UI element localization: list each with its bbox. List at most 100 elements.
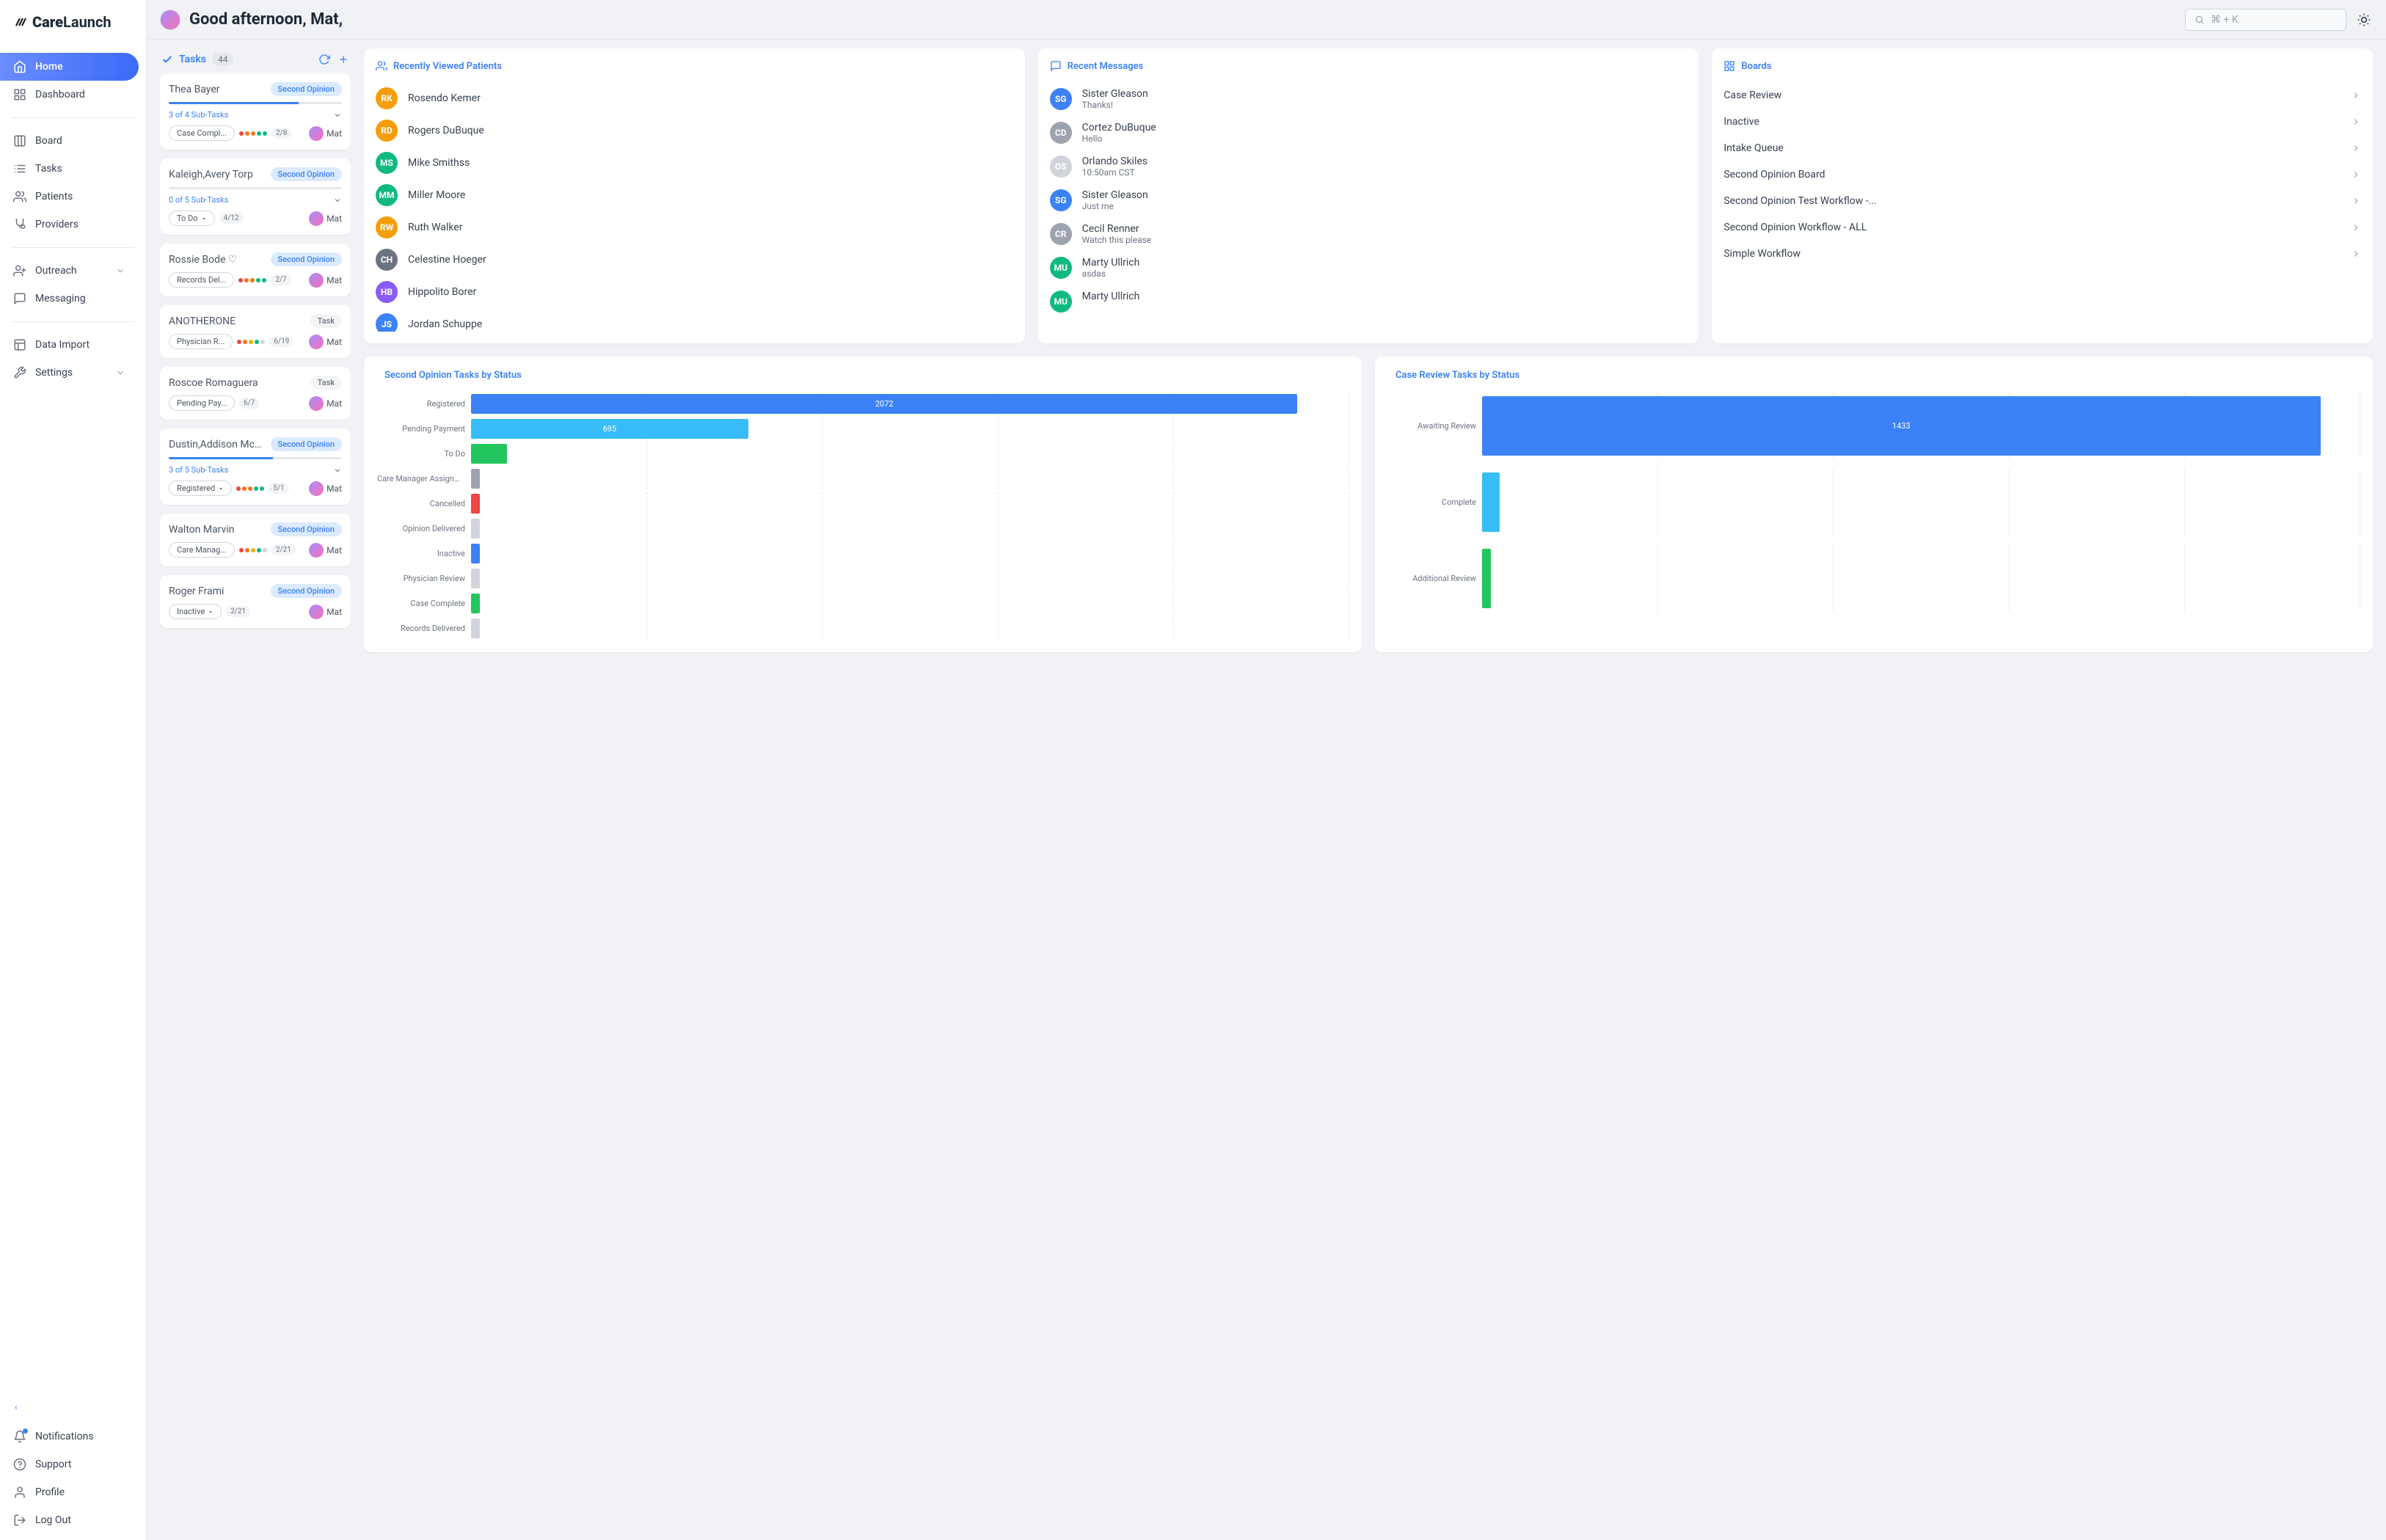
message-item[interactable]: CDCortez DuBuqueHello [1050,116,1688,150]
message-from: Orlando Skiles [1082,156,1148,167]
second-opinion-chart: Second Opinion Tasks by Status Registere… [364,357,1362,652]
task-card[interactable]: Thea BayerSecond Opinion3 of 4 Sub-Tasks… [160,73,351,150]
global-search[interactable]: ⌘ + K [2185,9,2346,31]
app-logo[interactable]: CareLaunch [0,0,146,44]
add-task-icon[interactable] [338,54,349,65]
nav-item-log-out[interactable]: Log Out [0,1506,139,1534]
chart-bar[interactable]: 1433 [1482,396,2321,456]
task-card[interactable]: Roger FramiSecond OpinionInactive 2/21Ma… [160,575,351,628]
refresh-icon[interactable] [318,54,330,65]
task-status[interactable]: Case Compl... [169,125,235,141]
nav-item-data-import[interactable]: Data Import [0,331,139,359]
chart-bar[interactable] [1482,549,1491,608]
chart-title-2: Case Review Tasks by Status [1388,370,2360,381]
chart-bar[interactable] [471,594,480,613]
nav-item-profile[interactable]: Profile [0,1478,139,1506]
board-item[interactable]: Case Review [1723,82,2361,109]
task-tag: Second Opinion [271,252,342,266]
patient-item[interactable]: HBHippolito Borer [376,276,1013,308]
nav-item-patients[interactable]: Patients [0,183,139,211]
task-assignee[interactable]: Mat [309,126,342,141]
task-card[interactable]: Roscoe RomagueraTaskPending Pay...6/7Mat [160,367,351,420]
task-card[interactable]: Dustin,Addison McCull…Second Opinion3 of… [160,428,351,505]
board-item[interactable]: Inactive [1723,109,2361,135]
subtasks-toggle[interactable]: 3 of 4 Sub-Tasks [169,110,342,120]
message-item[interactable]: OSOrlando Skiles10:50am CST [1050,150,1688,183]
task-assignee[interactable]: Mat [309,543,342,558]
profile-icon [13,1486,26,1499]
subtasks-label: 0 of 5 Sub-Tasks [169,195,228,205]
task-status[interactable]: Registered [169,481,232,496]
task-card[interactable]: Rossie Bode ♡Second OpinionRecords Del..… [160,244,351,296]
nav-item-dashboard[interactable]: Dashboard [0,81,139,109]
patient-item[interactable]: RWRuth Walker [376,211,1013,244]
patient-item[interactable]: MSMike Smithss [376,147,1013,179]
message-item[interactable]: MUMarty Ullrich [1050,285,1688,318]
message-item[interactable]: SGSister GleasonJust me [1050,183,1688,217]
nav-item-notifications[interactable]: Notifications [0,1423,139,1450]
tasks-icon [13,162,26,175]
board-item[interactable]: Intake Queue [1723,135,2361,161]
task-card[interactable]: ANOTHERONETaskPhysician R...6/19Mat [160,305,351,358]
board-item[interactable]: Second Opinion Workflow - ALL [1723,214,2361,241]
task-status[interactable]: Inactive [169,604,222,619]
nav-item-outreach[interactable]: Outreach [0,257,139,285]
assignee-avatar [309,335,324,349]
chevron-down-icon [333,196,342,205]
user-avatar[interactable] [160,10,180,30]
board-item[interactable]: Second Opinion Test Workflow -... [1723,188,2361,214]
message-item[interactable]: CRCecil RennerWatch this please [1050,217,1688,251]
nav-item-board[interactable]: Board [0,127,139,155]
task-status[interactable]: Records Del... [169,272,234,288]
task-card[interactable]: Walton MarvinSecond OpinionCare Manag...… [160,514,351,566]
task-status[interactable]: Pending Pay... [169,395,235,411]
nav-item-home[interactable]: Home [0,53,139,81]
task-tag: Second Opinion [271,167,342,181]
priority-dots [239,131,267,136]
board-item[interactable]: Second Opinion Board [1723,161,2361,188]
patient-item[interactable]: MMMiller Moore [376,179,1013,211]
chart-bar[interactable] [471,469,480,489]
patient-item[interactable]: JSJordan Schuppe [376,308,1013,332]
nav-item-messaging[interactable]: Messaging [0,285,139,313]
task-status[interactable]: Care Manag... [169,542,235,558]
board-item[interactable]: Simple Workflow [1723,241,2361,267]
patient-avatar: RW [376,216,398,238]
chart-bar[interactable] [471,544,480,563]
task-assignee[interactable]: Mat [309,335,342,349]
nav-item-settings[interactable]: Settings [0,359,139,387]
task-assignee[interactable]: Mat [309,211,342,226]
chart-bar[interactable]: 695 [471,419,748,439]
patient-item[interactable]: CHCelestine Hoeger [376,244,1013,276]
chart-bar[interactable] [471,519,480,539]
message-item[interactable]: MUMarty Ullrichasdas [1050,251,1688,285]
chart-bar[interactable] [471,444,507,464]
boards-title: Boards [1741,61,1771,72]
task-assignee[interactable]: Mat [309,396,342,411]
chart-bar[interactable] [471,494,480,514]
subtasks-toggle[interactable]: 3 of 5 Sub-Tasks [169,465,342,475]
chart-bar[interactable]: 2072 [471,394,1297,414]
chart-bar[interactable] [471,569,480,588]
nav-item-providers[interactable]: Providers [0,211,139,238]
theme-toggle[interactable] [2355,11,2373,29]
patient-item[interactable]: RKRosendo Kemer [376,82,1013,114]
task-assignee[interactable]: Mat [309,481,342,496]
chart-bar[interactable] [471,618,480,638]
task-progress [169,102,342,104]
sidebar-collapse[interactable]: ‹ [0,1395,146,1419]
task-status[interactable]: Physician R... [169,334,233,349]
task-assignee[interactable]: Mat [309,273,342,288]
task-assignee[interactable]: Mat [309,605,342,619]
subtasks-toggle[interactable]: 0 of 5 Sub-Tasks [169,195,342,205]
task-status[interactable]: To Do [169,211,215,226]
assignee-name: Mat [326,128,342,139]
patient-item[interactable]: RDRogers DuBuque [376,114,1013,147]
task-card[interactable]: Kaleigh,Avery TorpSecond Opinion0 of 5 S… [160,158,351,235]
chart-bar[interactable] [1482,472,1500,532]
nav-item-support[interactable]: Support [0,1450,139,1478]
chevron-right-icon [2351,117,2361,127]
case-review-chart: Case Review Tasks by Status Awaiting Rev… [1375,357,2373,652]
message-item[interactable]: SGSister GleasonThanks! [1050,82,1688,116]
nav-item-tasks[interactable]: Tasks [0,155,139,183]
